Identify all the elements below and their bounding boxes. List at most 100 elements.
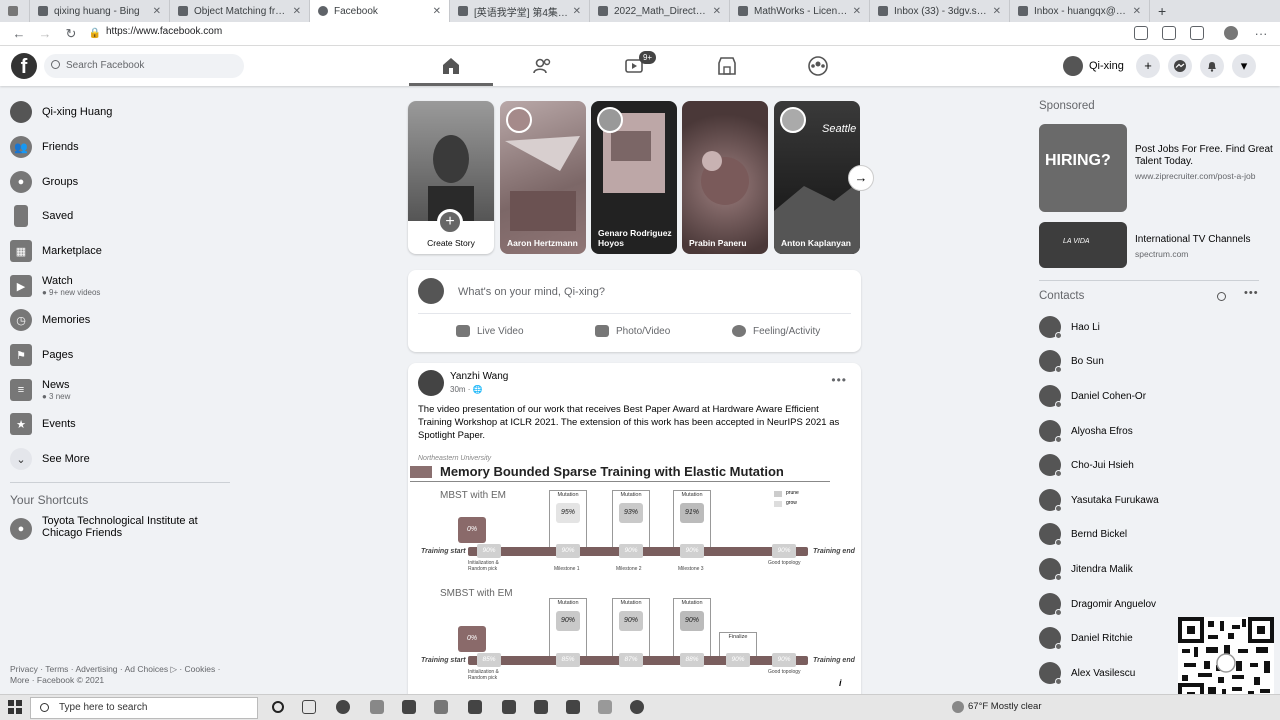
close-icon[interactable]: ✕ xyxy=(713,6,721,17)
groups-nav-icon[interactable] xyxy=(806,54,830,78)
profile-chip[interactable]: Qi-xing xyxy=(1063,55,1124,77)
story-card[interactable]: Prabin Paneru xyxy=(682,101,768,254)
favorites-icon[interactable] xyxy=(1162,26,1176,40)
sidebar-item-pages[interactable]: ⚑ Pages xyxy=(10,339,73,371)
app-icon[interactable] xyxy=(502,700,516,714)
contact-item[interactable]: Jitendra Malik xyxy=(1039,556,1133,582)
app-icon[interactable] xyxy=(598,700,612,714)
sidebar-item-watch[interactable]: ▶ Watch ● 9+ new videos xyxy=(10,270,100,302)
word-icon[interactable] xyxy=(468,700,482,714)
close-icon[interactable]: ✕ xyxy=(293,6,301,17)
terminal-icon[interactable] xyxy=(566,700,580,714)
sidebar-item-memories[interactable]: ◷ Memories xyxy=(10,304,90,336)
forward-icon[interactable]: → xyxy=(36,25,54,43)
tab-inbox-1[interactable]: Inbox (33) - 3dgv.semina ✕ xyxy=(870,0,1010,22)
photo-video-button[interactable]: Photo/Video xyxy=(595,325,670,337)
close-icon[interactable]: ✕ xyxy=(993,6,1001,17)
contact-item[interactable]: Hao Li xyxy=(1039,314,1100,340)
post-time[interactable]: 30m · 🌐 xyxy=(450,385,483,394)
footer-links[interactable]: Privacy · Terms · Advertising · Ad Choic… xyxy=(10,664,230,686)
info-icon[interactable]: i xyxy=(839,678,842,688)
url-field[interactable]: https://www.facebook.com xyxy=(106,26,222,37)
contact-item[interactable]: Bernd Bickel xyxy=(1039,521,1127,547)
tab-inbox-2[interactable]: Inbox - huangqx@utexas. ✕ xyxy=(1010,0,1150,22)
close-icon[interactable]: ✕ xyxy=(1133,6,1141,17)
post-options-icon[interactable]: ••• xyxy=(831,373,847,387)
chrome-icon[interactable] xyxy=(630,700,644,714)
sidebar-item-see-more[interactable]: ⌄ See More xyxy=(10,443,90,475)
sidebar-item-news[interactable]: ≡ News ● 3 new xyxy=(10,374,70,406)
new-tab-button[interactable]: + xyxy=(1150,0,1174,22)
tab-facebook[interactable]: Facebook ✕ xyxy=(310,0,450,22)
contact-item[interactable]: Alex Vasilescu xyxy=(1039,660,1135,686)
sidebar-item-groups[interactable]: ● Groups xyxy=(10,166,78,198)
sponsored-ad[interactable]: HIRING? Post Jobs For Free. Find Great T… xyxy=(1039,124,1280,212)
back-icon[interactable]: ← xyxy=(10,25,28,43)
post-video-slide[interactable]: Northeastern University Memory Bounded S… xyxy=(408,455,861,698)
create-button[interactable]: + xyxy=(1136,54,1160,78)
browser-tab-bar: qixing huang - Bing ✕ Object Matching fro… xyxy=(0,0,1280,22)
taskbar-search-input[interactable]: Type here to search xyxy=(30,697,258,719)
sidebar-item-events[interactable]: ★ Events xyxy=(10,408,76,440)
story-card[interactable]: Aaron Hertzmann xyxy=(500,101,586,254)
avatar xyxy=(1039,627,1062,650)
mail-icon[interactable] xyxy=(434,700,448,714)
contact-item[interactable]: Bo Sun xyxy=(1039,348,1104,374)
windows-start-icon[interactable] xyxy=(8,700,22,714)
acrobat-icon[interactable] xyxy=(534,700,548,714)
weather-widget[interactable]: 67°F Mostly clear xyxy=(968,701,1042,712)
account-menu-chevron-icon[interactable]: ▾ xyxy=(1232,54,1256,78)
extension-icon[interactable] xyxy=(1134,26,1148,40)
close-icon[interactable]: ✕ xyxy=(153,6,161,17)
sidebar-item-marketplace[interactable]: ▦ Marketplace xyxy=(10,235,102,267)
sidebar-item-saved[interactable]: Saved xyxy=(10,200,73,232)
edge-icon[interactable] xyxy=(336,700,350,714)
footer-line[interactable]: More · Facebook © 2021 xyxy=(10,675,230,686)
task-view-icon[interactable] xyxy=(302,700,316,714)
search-input[interactable]: Search Facebook xyxy=(44,54,244,78)
collections-icon[interactable] xyxy=(1190,26,1204,40)
composer-input[interactable]: What's on your mind, Qi-xing? xyxy=(458,286,605,298)
contact-item[interactable]: Daniel Cohen-Or xyxy=(1039,383,1146,409)
reload-icon[interactable]: ↻ xyxy=(62,25,80,43)
tab-bing[interactable]: qixing huang - Bing ✕ xyxy=(30,0,170,22)
marketplace-nav-icon[interactable] xyxy=(715,54,739,78)
sponsored-ad[interactable]: LA VIDA International TV Channels spectru… xyxy=(1039,222,1250,268)
notifications-icon[interactable] xyxy=(1200,54,1224,78)
file-explorer-icon[interactable] xyxy=(370,700,384,714)
close-icon[interactable]: ✕ xyxy=(573,6,581,17)
close-icon[interactable]: ✕ xyxy=(433,6,441,17)
profile-avatar[interactable] xyxy=(1224,26,1238,40)
contacts-options-icon[interactable]: ••• xyxy=(1244,287,1259,299)
contact-item[interactable]: Yasutaka Furukawa xyxy=(1039,487,1159,513)
messenger-icon[interactable] xyxy=(1168,54,1192,78)
tab-math-directed[interactable]: 2022_Math_Directed_Spe ✕ xyxy=(590,0,730,22)
sidebar-item-friends[interactable]: 👥 Friends xyxy=(10,131,79,163)
post-author[interactable]: Yanzhi Wang xyxy=(450,371,508,382)
shortcut-item[interactable]: ● Toyota Technological Institute at Chica… xyxy=(10,515,240,545)
story-card[interactable]: Genaro Rodriguez Hoyos xyxy=(591,101,677,254)
close-icon[interactable]: ✕ xyxy=(853,6,861,17)
friends-nav-icon[interactable] xyxy=(531,54,555,78)
contact-item[interactable]: Cho-Jui Hsieh xyxy=(1039,452,1134,478)
footer-line[interactable]: Privacy · Terms · Advertising · Ad Choic… xyxy=(10,664,230,675)
facebook-logo[interactable]: f xyxy=(11,53,37,79)
home-icon[interactable] xyxy=(439,54,463,78)
story-create[interactable]: + Create Story xyxy=(408,101,494,254)
store-icon[interactable] xyxy=(402,700,416,714)
feeling-activity-button[interactable]: Feeling/Activity xyxy=(732,325,820,337)
tab-video[interactable]: [英语我学堂] 第4集 范德 ✕ xyxy=(450,0,590,22)
tab-actions-icon[interactable] xyxy=(0,0,30,22)
tab-mathworks[interactable]: MathWorks - License Ce ✕ xyxy=(730,0,870,22)
contact-item[interactable]: Daniel Ritchie xyxy=(1039,625,1133,651)
avatar[interactable] xyxy=(418,370,444,396)
contact-item[interactable]: Alyosha Efros xyxy=(1039,418,1133,444)
cortana-icon[interactable] xyxy=(272,701,284,713)
search-contacts-icon[interactable] xyxy=(1217,292,1226,301)
live-video-button[interactable]: Live Video xyxy=(456,325,524,337)
sidebar-item-profile[interactable]: Qi-xing Huang xyxy=(10,96,112,128)
tab-object-matching[interactable]: Object Matching from a D ✕ xyxy=(170,0,310,22)
more-menu-icon[interactable]: ··· xyxy=(1252,25,1270,43)
contact-item[interactable]: Dragomir Anguelov xyxy=(1039,591,1156,617)
next-story-arrow-icon[interactable]: → xyxy=(848,165,874,191)
